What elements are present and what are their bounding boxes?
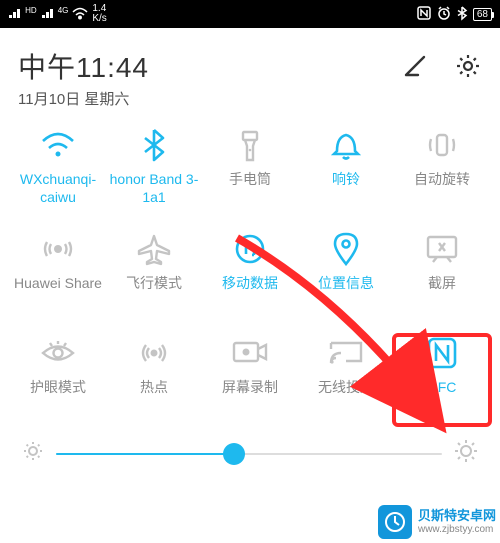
tile-autorotate[interactable]: 自动旋转 bbox=[394, 127, 490, 217]
brightness-high-icon bbox=[454, 439, 478, 468]
screen-record-icon bbox=[232, 335, 268, 371]
cast-icon bbox=[328, 335, 364, 371]
tile-label: NFC bbox=[426, 379, 459, 397]
tile-label: WXchuanqi-caiwu bbox=[10, 171, 106, 206]
battery-indicator: 68 bbox=[473, 8, 492, 21]
tile-label: 移动数据 bbox=[220, 275, 280, 293]
tile-location[interactable]: 位置信息 bbox=[298, 231, 394, 321]
tile-wireless-cast[interactable]: 无线投屏 bbox=[298, 335, 394, 425]
wifi-icon bbox=[72, 7, 88, 22]
tile-label: 截屏 bbox=[426, 275, 458, 293]
signal-1-icon: HD bbox=[8, 7, 37, 22]
tiles-grid: WXchuanqi-caiwu honor Band 3-1a1 手电筒 响铃 bbox=[10, 127, 490, 425]
share-icon bbox=[40, 231, 76, 267]
signal-2-icon: 4G bbox=[41, 7, 69, 22]
tile-screen-record[interactable]: 屏幕录制 bbox=[202, 335, 298, 425]
watermark-url: www.zjbstyy.com bbox=[418, 524, 496, 536]
tile-label: 热点 bbox=[138, 379, 170, 397]
tile-flashlight[interactable]: 手电筒 bbox=[202, 127, 298, 217]
tile-eye-comfort[interactable]: 护眼模式 bbox=[10, 335, 106, 425]
bell-icon bbox=[328, 127, 364, 163]
brightness-low-icon bbox=[22, 440, 44, 467]
tile-hotspot[interactable]: 热点 bbox=[106, 335, 202, 425]
location-icon bbox=[328, 231, 364, 267]
tile-label: honor Band 3-1a1 bbox=[106, 171, 202, 206]
alarm-status-icon bbox=[437, 6, 451, 23]
wifi-icon bbox=[40, 127, 76, 163]
screenshot-icon bbox=[424, 231, 460, 267]
tile-wifi[interactable]: WXchuanqi-caiwu bbox=[10, 127, 106, 217]
slider-thumb[interactable] bbox=[223, 443, 245, 465]
tile-mobile-data[interactable]: 移动数据 bbox=[202, 231, 298, 321]
tile-sound[interactable]: 响铃 bbox=[298, 127, 394, 217]
tile-airplane[interactable]: 飞行模式 bbox=[106, 231, 202, 321]
bluetooth-status-icon bbox=[457, 6, 467, 23]
rotate-icon bbox=[424, 127, 460, 163]
tile-label: 自动旋转 bbox=[412, 171, 472, 189]
bluetooth-icon bbox=[136, 127, 172, 163]
tile-label: 手电筒 bbox=[227, 171, 273, 189]
flashlight-icon bbox=[232, 127, 268, 163]
tile-label: 屏幕录制 bbox=[220, 379, 280, 397]
tile-label: 护眼模式 bbox=[28, 379, 88, 397]
tile-nfc[interactable]: NFC bbox=[394, 335, 490, 425]
tile-label: Huawei Share bbox=[12, 275, 104, 293]
airplane-icon bbox=[136, 231, 172, 267]
tile-label: 位置信息 bbox=[316, 275, 376, 293]
tile-huawei-share[interactable]: Huawei Share bbox=[10, 231, 106, 321]
brightness-slider[interactable] bbox=[56, 453, 442, 455]
mobile-data-icon bbox=[232, 231, 268, 267]
clock-date: 11月10日 星期六 bbox=[18, 88, 149, 109]
quick-settings-panel: 中午11:44 11月10日 星期六 WXchuanqi-caiwu honor… bbox=[0, 28, 500, 468]
nfc-icon bbox=[424, 335, 460, 371]
tile-screenshot[interactable]: 截屏 bbox=[394, 231, 490, 321]
edit-icon[interactable] bbox=[402, 53, 428, 84]
hotspot-icon bbox=[136, 335, 172, 371]
eye-icon bbox=[40, 335, 76, 371]
tile-label: 无线投屏 bbox=[316, 379, 376, 397]
brightness-row bbox=[10, 429, 490, 468]
clock-time: 中午11:44 bbox=[18, 46, 149, 86]
nfc-status-icon bbox=[417, 6, 431, 23]
status-bar: HD 4G 1.4 K/s 68 bbox=[0, 0, 500, 28]
net-speed: 1.4 K/s bbox=[92, 4, 106, 24]
watermark: 贝斯特安卓网 www.zjbstyy.com bbox=[378, 505, 496, 539]
tile-bluetooth[interactable]: honor Band 3-1a1 bbox=[106, 127, 202, 217]
watermark-logo-icon bbox=[378, 505, 412, 539]
tile-label: 响铃 bbox=[330, 171, 362, 189]
settings-icon[interactable] bbox=[454, 52, 482, 85]
watermark-title: 贝斯特安卓网 bbox=[418, 508, 496, 523]
tile-label: 飞行模式 bbox=[124, 275, 184, 293]
